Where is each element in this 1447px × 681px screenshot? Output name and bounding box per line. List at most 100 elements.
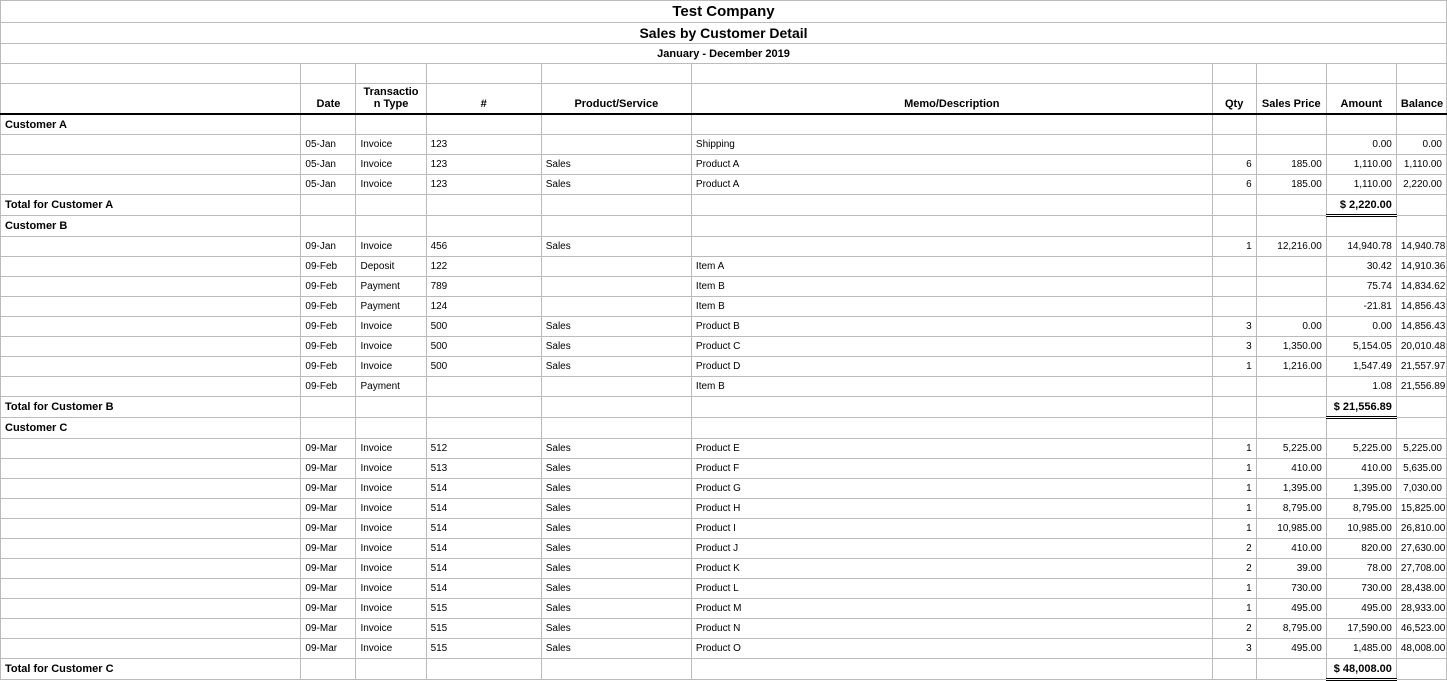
cell-balance: 5,635.00 xyxy=(1396,459,1446,479)
lead-cell xyxy=(1,317,301,337)
total-label: Total for Customer C xyxy=(1,659,301,680)
lead-cell xyxy=(1,175,301,195)
spacer-cell xyxy=(301,64,356,84)
empty-cell xyxy=(1396,659,1446,680)
cell-qty: 6 xyxy=(1212,175,1256,195)
transaction-row: 05-JanInvoice123SalesProduct A6185.001,1… xyxy=(1,175,1447,195)
cell-qty: 1 xyxy=(1212,237,1256,257)
cell-balance: 1,110.00 xyxy=(1396,155,1446,175)
cell-num: 122 xyxy=(426,257,541,277)
header-amount: Amount xyxy=(1326,84,1396,115)
transaction-row: 05-JanInvoice123Shipping0.000.00 xyxy=(1,135,1447,155)
cell-qty xyxy=(1212,135,1256,155)
cell-price: 0.00 xyxy=(1256,317,1326,337)
cell-qty: 2 xyxy=(1212,539,1256,559)
header-num: # xyxy=(426,84,541,115)
customer-name: Customer B xyxy=(1,216,301,237)
transaction-row: 09-MarInvoice514SalesProduct G11,395.001… xyxy=(1,479,1447,499)
cell-price xyxy=(1256,377,1326,397)
cell-product: Sales xyxy=(541,337,691,357)
cell-num: 512 xyxy=(426,439,541,459)
transaction-row: 09-FebPayment124Item B-21.8114,856.43 xyxy=(1,297,1447,317)
transaction-row: 09-JanInvoice456Sales112,216.0014,940.78… xyxy=(1,237,1447,257)
empty-cell xyxy=(1396,397,1446,418)
header-qty: Qty xyxy=(1212,84,1256,115)
cell-price: 39.00 xyxy=(1256,559,1326,579)
sales-report-table: Test CompanySales by Customer DetailJanu… xyxy=(0,0,1447,681)
cell-amount: 1.08 xyxy=(1326,377,1396,397)
empty-cell xyxy=(1256,397,1326,418)
cell-num xyxy=(426,377,541,397)
cell-qty: 1 xyxy=(1212,499,1256,519)
cell-memo: Shipping xyxy=(691,135,1212,155)
lead-cell xyxy=(1,539,301,559)
cell-price: 495.00 xyxy=(1256,599,1326,619)
cell-balance: 2,220.00 xyxy=(1396,175,1446,195)
lead-cell xyxy=(1,297,301,317)
cell-qty: 1 xyxy=(1212,579,1256,599)
cell-num: 515 xyxy=(426,599,541,619)
customer-name-row: Customer B xyxy=(1,216,1447,237)
lead-cell xyxy=(1,357,301,377)
empty-cell xyxy=(541,216,691,237)
company-name: Test Company xyxy=(1,1,1447,23)
company-row: Test Company xyxy=(1,1,1447,23)
transaction-row: 09-MarInvoice514SalesProduct J2410.00820… xyxy=(1,539,1447,559)
cell-qty: 3 xyxy=(1212,337,1256,357)
header-price: Sales Price xyxy=(1256,84,1326,115)
cell-date: 09-Mar xyxy=(301,559,356,579)
cell-date: 05-Jan xyxy=(301,175,356,195)
empty-cell xyxy=(1326,216,1396,237)
cell-date: 09-Feb xyxy=(301,317,356,337)
cell-amount: 5,225.00 xyxy=(1326,439,1396,459)
transaction-row: 09-FebPayment789Item B75.7414,834.62 xyxy=(1,277,1447,297)
spacer-cell xyxy=(1396,64,1446,84)
cell-amount: 1,395.00 xyxy=(1326,479,1396,499)
cell-memo: Product J xyxy=(691,539,1212,559)
cell-type: Invoice xyxy=(356,599,426,619)
cell-price: 8,795.00 xyxy=(1256,499,1326,519)
period-row: January - December 2019 xyxy=(1,44,1447,64)
transaction-row: 09-MarInvoice515SalesProduct M1495.00495… xyxy=(1,599,1447,619)
header-date: Date xyxy=(301,84,356,115)
transaction-row: 09-MarInvoice514SalesProduct L1730.00730… xyxy=(1,579,1447,599)
lead-cell xyxy=(1,559,301,579)
total-amount: $ 21,556.89 xyxy=(1326,397,1396,418)
cell-memo: Product O xyxy=(691,639,1212,659)
empty-cell xyxy=(1256,114,1326,135)
empty-cell xyxy=(1396,114,1446,135)
empty-cell xyxy=(301,397,356,418)
cell-balance: 14,856.43 xyxy=(1396,317,1446,337)
cell-num: 514 xyxy=(426,519,541,539)
empty-cell xyxy=(356,114,426,135)
cell-memo: Product D xyxy=(691,357,1212,377)
cell-balance: 0.00 xyxy=(1396,135,1446,155)
cell-type: Invoice xyxy=(356,135,426,155)
empty-cell xyxy=(1326,114,1396,135)
empty-cell xyxy=(301,659,356,680)
cell-price: 1,350.00 xyxy=(1256,337,1326,357)
cell-memo: Product I xyxy=(691,519,1212,539)
lead-cell xyxy=(1,439,301,459)
customer-total-row: Total for Customer A$ 2,220.00 xyxy=(1,195,1447,216)
cell-balance: 46,523.00 xyxy=(1396,619,1446,639)
spacer-cell xyxy=(691,64,1212,84)
cell-product xyxy=(541,257,691,277)
cell-amount: 0.00 xyxy=(1326,317,1396,337)
empty-cell xyxy=(541,397,691,418)
cell-date: 05-Jan xyxy=(301,155,356,175)
cell-num: 514 xyxy=(426,479,541,499)
cell-price: 410.00 xyxy=(1256,539,1326,559)
report-title: Sales by Customer Detail xyxy=(1,23,1447,44)
cell-qty: 1 xyxy=(1212,357,1256,377)
cell-type: Invoice xyxy=(356,559,426,579)
cell-date: 09-Feb xyxy=(301,297,356,317)
cell-price: 1,216.00 xyxy=(1256,357,1326,377)
cell-qty: 1 xyxy=(1212,459,1256,479)
cell-memo: Product B xyxy=(691,317,1212,337)
cell-num: 513 xyxy=(426,459,541,479)
cell-type: Invoice xyxy=(356,619,426,639)
customer-name-row: Customer A xyxy=(1,114,1447,135)
empty-cell xyxy=(356,418,426,439)
cell-amount: 8,795.00 xyxy=(1326,499,1396,519)
